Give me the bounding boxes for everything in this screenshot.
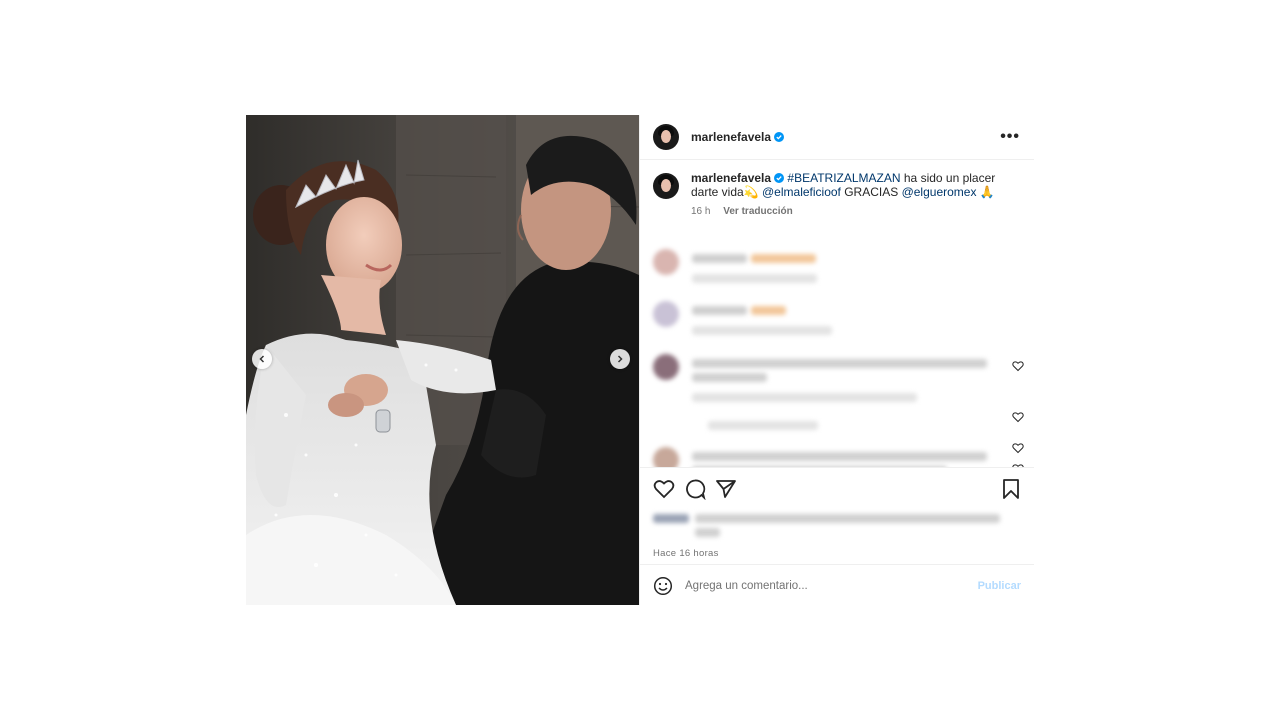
post-caption: marlenefavela #BEATRIZALMAZAN ha sido un…: [640, 161, 1034, 219]
previous-photo-button[interactable]: [252, 349, 272, 369]
next-photo-button[interactable]: [610, 349, 630, 369]
comment-item: [653, 447, 1023, 467]
action-bar: [653, 478, 1022, 502]
avatar[interactable]: [653, 173, 679, 199]
add-comment-bar: Publicar: [640, 564, 1034, 606]
comments-list[interactable]: marlenefavela #BEATRIZALMAZAN ha sido un…: [640, 161, 1034, 467]
bookmark-icon[interactable]: [1000, 478, 1022, 500]
mention-link[interactable]: @elgueromex: [902, 185, 977, 199]
emoji-icon[interactable]: [653, 576, 673, 596]
author-username[interactable]: marlenefavela: [691, 130, 771, 144]
more-options-icon[interactable]: •••: [1000, 129, 1020, 145]
post-header: marlenefavela •••: [640, 115, 1034, 160]
comment-item: [653, 249, 1023, 289]
comment-item: [653, 301, 1023, 341]
verified-badge-icon: [774, 173, 785, 183]
send-icon[interactable]: [715, 478, 737, 500]
hashtag-link[interactable]: #BEATRIZALMAZAN: [787, 171, 900, 185]
comment-icon[interactable]: [684, 478, 706, 500]
post-photo[interactable]: [246, 115, 639, 605]
caption-text: marlenefavela #BEATRIZALMAZAN ha sido un…: [691, 171, 1020, 219]
emoji: 💫: [743, 185, 759, 199]
emoji: 🙏: [979, 185, 995, 199]
mention-link[interactable]: @elmaleficioof: [762, 185, 841, 199]
comment-item: [653, 354, 1023, 430]
comment-like-icon[interactable]: [1012, 442, 1024, 454]
caption-time: 16 h: [691, 206, 711, 217]
caption-segment: GRACIAS: [840, 185, 902, 199]
post-timestamp: Hace 16 horas: [653, 548, 719, 559]
publish-button[interactable]: Publicar: [978, 580, 1021, 592]
translate-button[interactable]: Ver traducción: [723, 206, 792, 217]
verified-badge-icon: [774, 132, 785, 142]
likes-summary[interactable]: [653, 514, 1013, 540]
avatar[interactable]: [653, 124, 679, 150]
heart-icon[interactable]: [653, 478, 675, 500]
wedding-dance-photo: [246, 115, 639, 605]
chevron-left-icon: [259, 355, 265, 363]
post-side-panel: marlenefavela ••• marlenefavela #BEATRIZ…: [639, 115, 1034, 605]
comment-input[interactable]: [685, 579, 955, 592]
caption-username[interactable]: marlenefavela: [691, 171, 771, 185]
chevron-right-icon: [617, 355, 623, 363]
caption-meta: 16 h Ver traducción: [691, 205, 1020, 219]
instagram-post: marlenefavela ••• marlenefavela #BEATRIZ…: [246, 115, 1034, 605]
post-actions: Hace 16 horas Publicar: [640, 467, 1034, 605]
